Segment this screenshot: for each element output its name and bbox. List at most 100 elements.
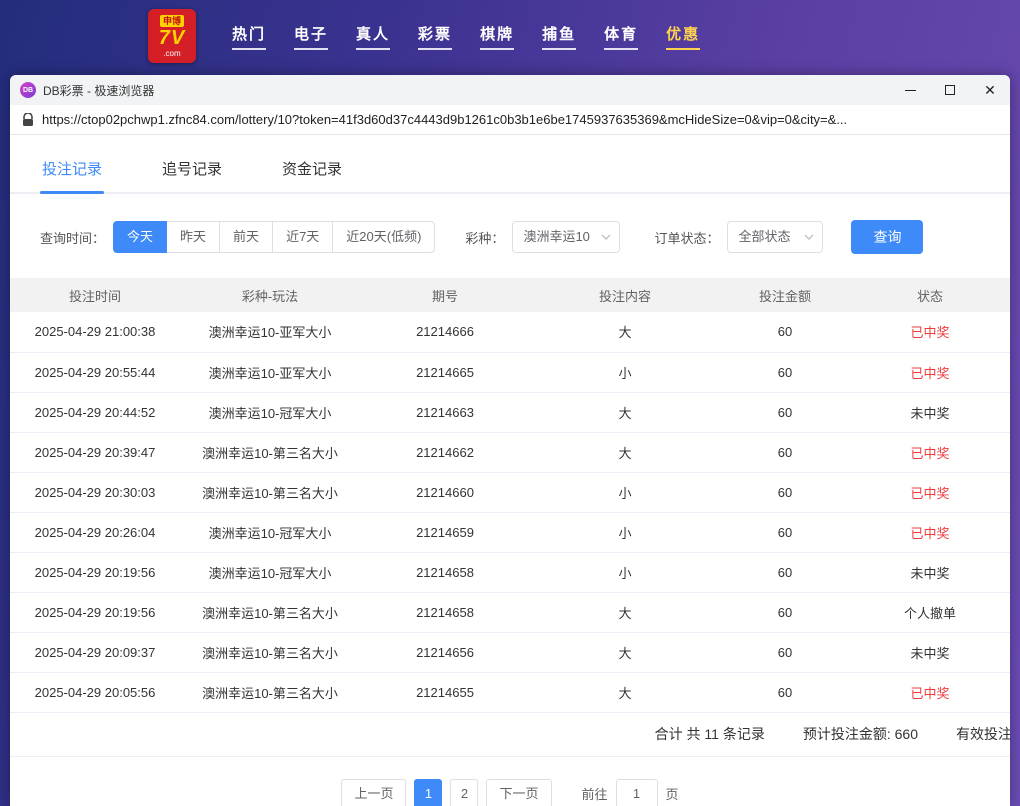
time-option-前天[interactable]: 前天 <box>219 221 273 253</box>
goto-page-input[interactable] <box>616 779 658 806</box>
nav-item-优惠[interactable]: 优惠 <box>666 23 700 50</box>
cell-issue: 21214663 <box>360 392 530 432</box>
cell-status: 个人撤单 <box>850 592 1010 632</box>
cell-content: 大 <box>530 592 720 632</box>
nav-item-彩票[interactable]: 彩票 <box>418 23 452 50</box>
prev-page-button[interactable]: 上一页 <box>341 779 406 806</box>
minimize-button[interactable] <box>890 75 930 105</box>
search-button[interactable]: 查询 <box>851 220 923 254</box>
maximize-button[interactable] <box>930 75 970 105</box>
cell-status: 已中奖 <box>850 512 1010 552</box>
time-filter-label: 查询时间： <box>40 228 105 247</box>
column-header: 投注内容 <box>530 278 720 312</box>
records-summary: 合计 共 11 条记录预计投注金额: 660有效投注金额 <box>10 713 1010 757</box>
summary-item: 合计 共 11 条记录 <box>655 724 765 744</box>
nav-item-电子[interactable]: 电子 <box>294 23 328 50</box>
column-header: 彩种-玩法 <box>180 278 360 312</box>
cell-game: 澳洲幸运10-亚军大小 <box>180 352 360 392</box>
tab-投注记录[interactable]: 投注记录 <box>40 145 104 192</box>
table-row: 2025-04-29 20:39:47澳洲幸运10-第三名大小21214662大… <box>10 432 1010 472</box>
cell-amount: 60 <box>720 432 850 472</box>
cell-game: 澳洲幸运10-第三名大小 <box>180 432 360 472</box>
cell-issue: 21214665 <box>360 352 530 392</box>
cell-status: 已中奖 <box>850 312 1010 352</box>
cell-amount: 60 <box>720 592 850 632</box>
lock-icon <box>22 113 34 127</box>
lottery-select[interactable]: 澳洲幸运10 <box>512 221 620 253</box>
cell-issue: 21214666 <box>360 312 530 352</box>
cell-game: 澳洲幸运10-冠军大小 <box>180 552 360 592</box>
time-option-近20天(低频)[interactable]: 近20天(低频) <box>332 221 435 253</box>
next-page-button[interactable]: 下一页 <box>486 779 551 806</box>
cell-issue: 21214660 <box>360 472 530 512</box>
cell-time: 2025-04-29 20:26:04 <box>10 512 180 552</box>
nav-item-棋牌[interactable]: 棋牌 <box>480 23 514 50</box>
tab-资金记录[interactable]: 资金记录 <box>280 145 344 192</box>
cell-time: 2025-04-29 21:00:38 <box>10 312 180 352</box>
pagination: 上一页 12 下一页 前往 页 <box>10 779 1010 806</box>
cell-amount: 60 <box>720 632 850 672</box>
time-option-昨天[interactable]: 昨天 <box>166 221 220 253</box>
table-row: 2025-04-29 20:05:56澳洲幸运10-第三名大小21214655大… <box>10 672 1010 712</box>
chevron-down-icon <box>601 234 611 240</box>
filter-bar: 查询时间： 今天昨天前天近7天近20天(低频) 彩种： 澳洲幸运10 订单状态：… <box>40 220 1010 254</box>
nav-item-捕鱼[interactable]: 捕鱼 <box>542 23 576 50</box>
page-number-2[interactable]: 2 <box>450 779 478 806</box>
table-row: 2025-04-29 20:30:03澳洲幸运10-第三名大小21214660小… <box>10 472 1010 512</box>
page-number-1[interactable]: 1 <box>414 779 442 806</box>
logo-top-text: 申博 <box>160 15 184 27</box>
time-option-今天[interactable]: 今天 <box>113 221 167 253</box>
site-nav: 热门 电子 真人 彩票 棋牌 捕鱼 体育 优惠 <box>218 23 714 50</box>
cell-status: 未中奖 <box>850 392 1010 432</box>
cell-game: 澳洲幸运10-第三名大小 <box>180 672 360 712</box>
cell-content: 小 <box>530 472 720 512</box>
cell-issue: 21214662 <box>360 432 530 472</box>
table-row: 2025-04-29 20:55:44澳洲幸运10-亚军大小21214665小6… <box>10 352 1010 392</box>
cell-status: 已中奖 <box>850 672 1010 712</box>
site-header: 申博 7V .com 热门 电子 真人 彩票 棋牌 捕鱼 体育 优惠 <box>0 0 1020 72</box>
cell-issue: 21214658 <box>360 552 530 592</box>
order-status-select[interactable]: 全部状态 <box>727 221 823 253</box>
lottery-select-value: 澳洲幸运10 <box>523 229 589 244</box>
cell-time: 2025-04-29 20:19:56 <box>10 552 180 592</box>
cell-time: 2025-04-29 20:19:56 <box>10 592 180 632</box>
cell-amount: 60 <box>720 352 850 392</box>
cell-content: 大 <box>530 632 720 672</box>
lottery-filter-label: 彩种： <box>465 228 504 247</box>
close-icon: ✕ <box>984 83 996 97</box>
table-row: 2025-04-29 20:19:56澳洲幸运10-第三名大小21214658大… <box>10 592 1010 632</box>
table-row: 2025-04-29 20:09:37澳洲幸运10-第三名大小21214656大… <box>10 632 1010 672</box>
goto-label: 前往 <box>582 784 608 803</box>
cell-amount: 60 <box>720 672 850 712</box>
cell-game: 澳洲幸运10-第三名大小 <box>180 472 360 512</box>
tab-追号记录[interactable]: 追号记录 <box>160 145 224 192</box>
nav-item-体育[interactable]: 体育 <box>604 23 638 50</box>
order-status-value: 全部状态 <box>738 229 790 244</box>
address-bar[interactable]: https://ctop02pchwp1.zfnc84.com/lottery/… <box>10 105 1010 135</box>
nav-item-真人[interactable]: 真人 <box>356 23 390 50</box>
minimize-icon <box>905 90 916 91</box>
cell-game: 澳洲幸运10-第三名大小 <box>180 592 360 632</box>
close-button[interactable]: ✕ <box>970 75 1010 105</box>
cell-content: 大 <box>530 312 720 352</box>
browser-window: DB DB彩票 - 极速浏览器 ✕ https://ctop02pchwp1.z… <box>10 75 1010 806</box>
cell-game: 澳洲幸运10-冠军大小 <box>180 512 360 552</box>
column-header: 投注金额 <box>720 278 850 312</box>
lottery-records-page: 投注记录 追号记录 资金记录 查询时间： 今天昨天前天近7天近20天(低频) 彩种：… <box>10 135 1010 806</box>
table-row: 2025-04-29 20:19:56澳洲幸运10-冠军大小21214658小6… <box>10 552 1010 592</box>
cell-amount: 60 <box>720 552 850 592</box>
logo-bottom-text: .com <box>163 49 180 58</box>
nav-item-热门[interactable]: 热门 <box>232 23 266 50</box>
time-option-近7天[interactable]: 近7天 <box>272 221 333 253</box>
site-logo[interactable]: 申博 7V .com <box>148 9 196 63</box>
cell-issue: 21214655 <box>360 672 530 712</box>
cell-time: 2025-04-29 20:05:56 <box>10 672 180 712</box>
cell-content: 小 <box>530 512 720 552</box>
cell-issue: 21214656 <box>360 632 530 672</box>
cell-time: 2025-04-29 20:55:44 <box>10 352 180 392</box>
table-row: 2025-04-29 21:00:38澳洲幸运10-亚军大小21214666大6… <box>10 312 1010 352</box>
table-header-row: 投注时间彩种-玩法期号投注内容投注金额状态 <box>10 278 1010 312</box>
cell-time: 2025-04-29 20:09:37 <box>10 632 180 672</box>
cell-status: 未中奖 <box>850 632 1010 672</box>
cell-time: 2025-04-29 20:30:03 <box>10 472 180 512</box>
